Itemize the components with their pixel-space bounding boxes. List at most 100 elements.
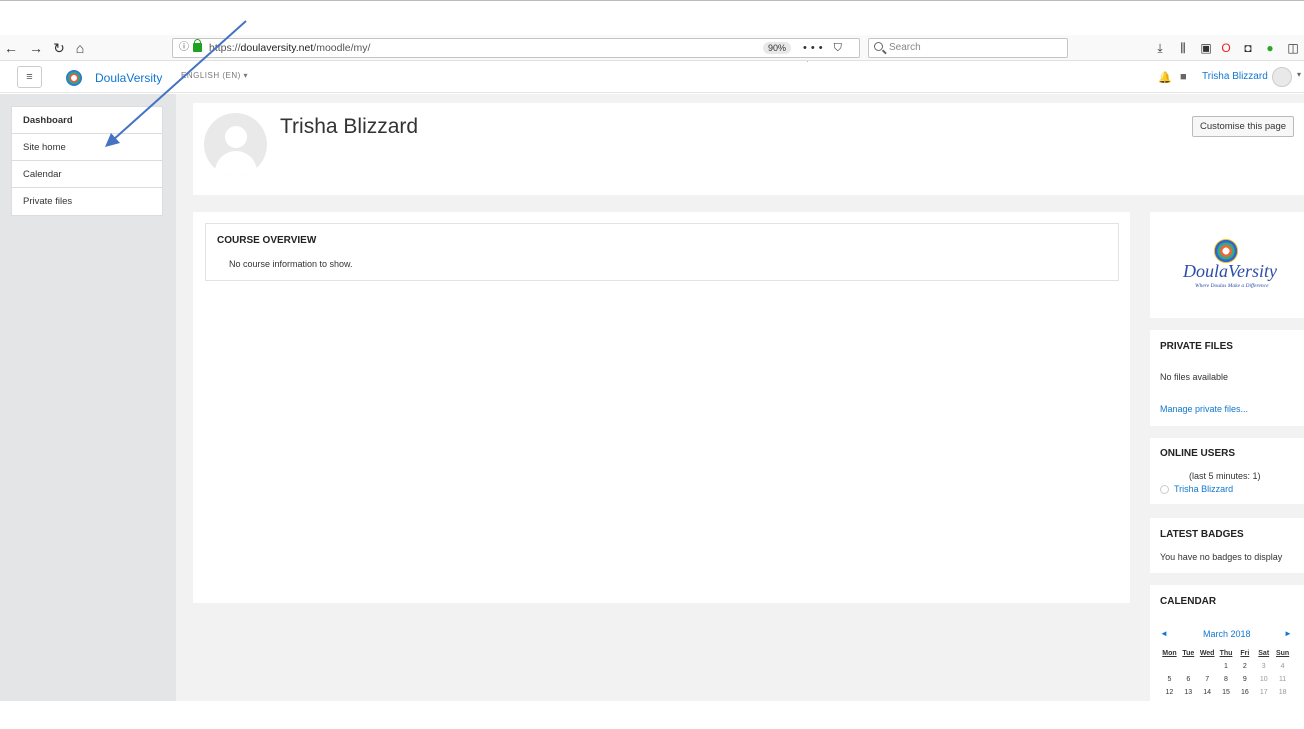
calendar-day[interactable]: 10 (1254, 673, 1273, 686)
calendar-day[interactable]: 14 (1198, 686, 1217, 699)
calendar-title: CALENDAR (1160, 596, 1217, 607)
profile-picture-body (215, 151, 257, 176)
lock-icon (193, 39, 202, 52)
drawer-item-site-home[interactable]: Site home (12, 134, 162, 161)
profile-picture (204, 113, 267, 176)
calendar-week-row: 12 13 14 15 16 17 18 (1160, 686, 1292, 699)
calendar-day[interactable]: 6 (1179, 673, 1198, 686)
bottom-margin (0, 701, 1304, 729)
menu-toggle-button[interactable]: ≡ (17, 66, 42, 88)
user-menu-name[interactable]: Trisha Blizzard (1202, 71, 1268, 82)
calendar-day-header: Thu (1219, 650, 1233, 657)
course-overview-empty: No course information to show. (229, 259, 353, 269)
page-title: Trisha Blizzard (280, 115, 419, 138)
calendar-day[interactable]: 12 (1160, 686, 1179, 699)
nav-drawer-list: Dashboard Site home Calendar Private fil… (11, 106, 163, 216)
drawer-item-calendar[interactable]: Calendar (12, 161, 162, 188)
latest-badges-title: LATEST BADGES (1160, 529, 1244, 540)
course-overview-title: COURSE OVERVIEW (217, 235, 317, 246)
back-icon[interactable]: ← (2, 39, 20, 57)
calendar-next-icon[interactable]: ► (1284, 629, 1292, 638)
calendar-day[interactable]: 5 (1160, 673, 1179, 686)
calendar-day[interactable]: 11 (1273, 673, 1292, 686)
logo-tagline: Where Doulas Make a Difference (1195, 283, 1269, 289)
calendar-day[interactable]: 18 (1273, 686, 1292, 699)
calendar-grid: Mon Tue Wed Thu Fri Sat Sun 1 2 3 4 5 6 7 8 9 10 11 12 13 14… (1160, 647, 1292, 701)
language-menu[interactable]: ENGLISH (EN) ▾ (181, 71, 248, 80)
reload-icon[interactable]: ↻ (50, 39, 68, 57)
calendar-day-header: Wed (1199, 650, 1215, 657)
info-icon[interactable]: ⓘ (179, 39, 189, 57)
latest-badges-block: LATEST BADGES You have no badges to disp… (1150, 518, 1304, 573)
main-region: COURSE OVERVIEW No course information to… (193, 212, 1130, 603)
private-files-title: PRIVATE FILES (1160, 341, 1233, 352)
user-menu-caret-icon[interactable]: ▾ (1297, 70, 1301, 79)
calendar-week-row: 1234 (1160, 660, 1292, 673)
notifications-icon[interactable]: 🔔 (1158, 71, 1172, 84)
calendar-prev-icon[interactable]: ◄ (1160, 629, 1168, 638)
calendar-day[interactable]: 2 (1235, 660, 1254, 673)
search-placeholder: Search (889, 42, 921, 53)
forward-icon[interactable]: → (27, 39, 45, 57)
url-text: https://doulaversity.net/moodle/my/ (209, 42, 371, 54)
calendar-day[interactable]: 16 (1235, 686, 1254, 699)
calendar-month-link[interactable]: March 2018 (1203, 629, 1251, 639)
calendar-day (1198, 660, 1217, 673)
site-name-link[interactable]: DoulaVersity (95, 71, 162, 85)
calendar-week-row: 5 6 7 8 9 10 11 (1160, 673, 1292, 686)
online-users-subtitle: (last 5 minutes: 1) (1189, 471, 1261, 481)
calendar-day[interactable]: 8 (1217, 673, 1236, 686)
browser-toolbar: ← → ↻ ⌂ ⓘ https://doulaversity.net/moodl… (0, 35, 1304, 72)
private-files-empty: No files available (1160, 372, 1229, 382)
drawer-item-private-files[interactable]: Private files (12, 188, 162, 215)
calendar-day-header: Mon (1162, 650, 1177, 657)
calendar-day (1160, 660, 1179, 673)
online-users-block: ONLINE USERS (last 5 minutes: 1) Trisha … (1150, 438, 1304, 504)
calendar-day[interactable]: 9 (1235, 673, 1254, 686)
calendar-day-header: Fri (1240, 650, 1250, 657)
messages-icon[interactable]: ■ (1180, 71, 1187, 83)
doulaversity-logo: DoulaVersity Where Doulas Make a Differe… (1180, 239, 1277, 291)
globe-icon (1214, 239, 1238, 263)
calendar-day (1179, 660, 1198, 673)
home-icon[interactable]: ⌂ (71, 39, 89, 57)
download-icon[interactable]: ⤓ (1153, 41, 1167, 55)
course-overview-block: COURSE OVERVIEW No course information to… (205, 223, 1119, 281)
latest-badges-empty: You have no badges to display (1160, 552, 1283, 562)
calendar-day[interactable]: 1 (1217, 660, 1236, 673)
profile-picture-head (225, 126, 247, 148)
online-users-title: ONLINE USERS (1160, 448, 1236, 459)
private-files-block: PRIVATE FILES No files available Manage … (1150, 330, 1304, 426)
opera-icon[interactable]: O (1219, 41, 1233, 55)
calendar-day-header: Sun (1275, 650, 1290, 657)
calendar-day[interactable]: 7 (1198, 673, 1217, 686)
window-top-border (0, 0, 1304, 1)
customise-page-button[interactable]: Customise this page (1192, 116, 1294, 137)
moodle-navbar: ≡ DoulaVersity ENGLISH (EN) ▾ 🔔 ■ Trisha… (0, 62, 1304, 93)
address-bar[interactable]: ⓘ https://doulaversity.net/moodle/my/ 90… (172, 38, 860, 72)
calendar-day-header: Sat (1258, 650, 1270, 657)
user-avatar[interactable] (1272, 67, 1292, 87)
page-header: Trisha Blizzard Customise this page (193, 103, 1304, 195)
calendar-day[interactable]: 15 (1217, 686, 1236, 699)
logo-block: DoulaVersity Where Doulas Make a Differe… (1150, 212, 1304, 318)
zoom-badge[interactable]: 90% (763, 42, 792, 54)
screenshot-icon[interactable]: ◘ (1241, 41, 1255, 55)
grammarly-icon[interactable]: ● (1263, 41, 1277, 55)
calendar-day[interactable]: 13 (1179, 686, 1198, 699)
calendar-day-header-row: Mon Tue Wed Thu Fri Sat Sun (1160, 647, 1292, 660)
manage-private-files-link[interactable]: Manage private files... (1160, 404, 1248, 414)
calendar-day[interactable]: 3 (1254, 660, 1273, 673)
online-user-link[interactable]: Trisha Blizzard (1174, 484, 1233, 494)
drawer-item-dashboard[interactable]: Dashboard (12, 107, 162, 134)
calendar-day[interactable]: 4 (1273, 660, 1292, 673)
library-icon[interactable]: ⫼ (1176, 41, 1190, 55)
site-logo-icon[interactable] (66, 70, 82, 86)
search-input[interactable]: Search (868, 38, 1068, 58)
search-icon (874, 42, 883, 51)
user-icon (1160, 485, 1169, 494)
calendar-day[interactable]: 17 (1254, 686, 1273, 699)
sidebar-icon[interactable]: ◫ (1286, 41, 1300, 55)
extension-icon[interactable]: ▣ (1199, 41, 1213, 55)
logo-wordmark: DoulaVersity (1183, 261, 1277, 281)
